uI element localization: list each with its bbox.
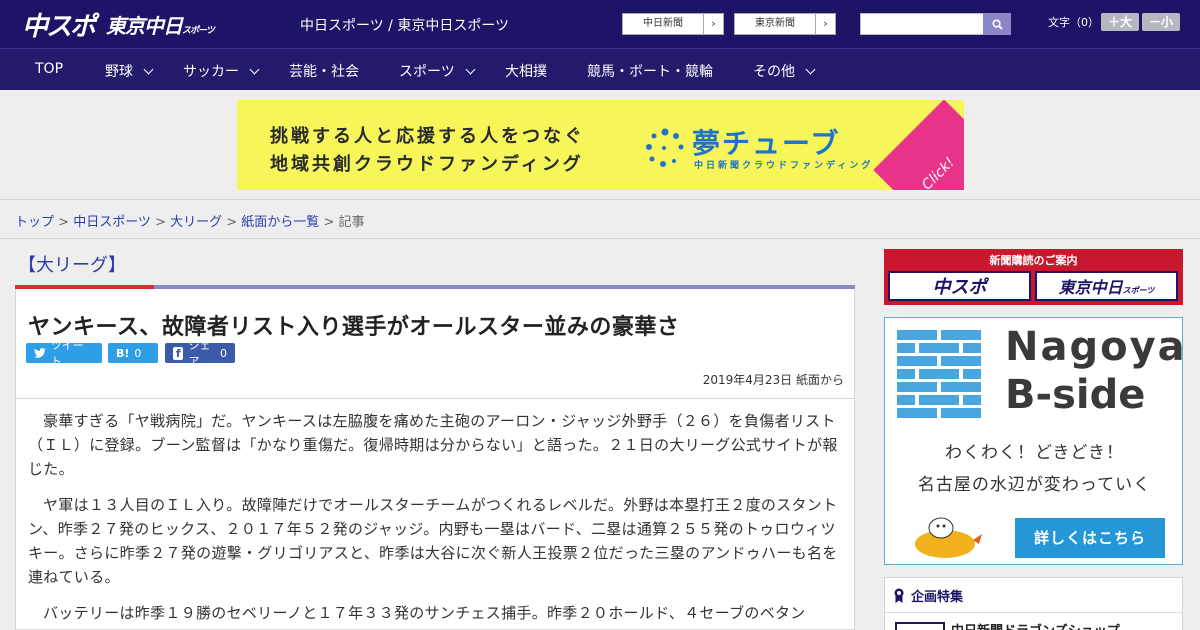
subscribe-tokyo-chunichi-label: 東京中日 — [1058, 278, 1123, 297]
article-date: 2019年4月23日 紙面から — [702, 373, 844, 387]
divider — [16, 398, 854, 399]
nav-item-label: 競馬・ボート・競輪 — [587, 64, 713, 80]
hatena-bookmark-button[interactable]: B! 0 — [108, 343, 158, 363]
yume-tube-banner[interactable]: 挑戦する人と応援する人をつなぐ 地域共創クラウドファンディング 夢チューブ 中日… — [237, 100, 964, 190]
nav-item-label: スポーツ — [399, 64, 455, 80]
chevron-down-icon — [249, 64, 260, 74]
facebook-share-label: シェア — [188, 339, 211, 368]
font-size-increase-button[interactable]: ＋大 — [1101, 13, 1139, 31]
feature-section: 企画特集 中日新聞ドラゴンズショップ — [884, 577, 1183, 630]
feature-heading: 企画特集 — [893, 586, 963, 605]
nav-item-soccer[interactable]: サッカー — [183, 61, 260, 81]
bside-details-button[interactable]: 詳しくはこちら — [1015, 518, 1165, 558]
font-size-decrease-button[interactable]: －小 — [1142, 13, 1180, 31]
tweet-label: ツイート — [50, 339, 84, 368]
chunichi-shimbun-link[interactable]: 中日新聞 › — [622, 13, 724, 35]
main-nav: TOP 野球 サッカー 芸能・社会 スポーツ 大相撲 競馬・ボート・競輪 その他 — [0, 48, 1200, 90]
article-paragraph: 豪華すぎる「ヤ戦病院」だ。ヤンキースは左脇腹を痛めた主砲のアーロン・ジャッジ外野… — [28, 412, 838, 478]
chevron-right-icon: › — [703, 14, 723, 34]
nav-item-baseball[interactable]: 野球 — [105, 61, 154, 81]
breadcrumb-separator: > — [222, 215, 242, 230]
site-header: 中スポ 東京中日スポーツ 中日スポーツ / 東京中日スポーツ 中日新聞 › 東京… — [0, 0, 1200, 48]
chevron-down-icon — [805, 64, 816, 74]
chunichi-shimbun-label: 中日新聞 — [643, 18, 683, 29]
tokyo-shimbun-link[interactable]: 東京新聞 › — [734, 13, 836, 35]
logo-tokyo-chunichi-text: 東京中日 — [106, 13, 183, 38]
search-input[interactable] — [860, 13, 984, 35]
logo-tokyo-chunichi: 東京中日スポーツ — [106, 10, 215, 39]
banner-line-1: 挑戦する人と応援する人をつなぐ — [270, 126, 585, 147]
nav-item-sumo[interactable]: 大相撲 — [505, 61, 547, 81]
banner-brand: 夢チューブ — [692, 127, 841, 160]
chevron-down-icon — [465, 64, 476, 74]
breadcrumb-separator: > — [319, 215, 339, 230]
nav-item-other[interactable]: その他 — [753, 61, 816, 81]
chevron-down-icon — [143, 64, 154, 74]
article-paragraph: ヤ軍は１３人目のＩＬ入り。故障陣だけでオールスターチームがつくれるレベルだ。外野… — [28, 496, 838, 586]
article-body: 豪華すぎる「ヤ戦病院」だ。ヤンキースは左脇腹を痛めた主砲のアーロン・ジャッジ外野… — [28, 409, 844, 630]
article-paragraph: バッテリーは昨季１９勝のセベリーノと１７年３３発のサンチェス捕手。昨季２０ホール… — [43, 604, 806, 622]
subscribe-tokyo-chunichi-small: スポーツ — [1122, 286, 1155, 295]
nav-item-label: TOP — [35, 61, 64, 77]
shrimp-mascot-icon — [915, 517, 982, 558]
font-size-label: 文字（0） — [1048, 16, 1099, 29]
nav-item-sports[interactable]: スポーツ — [399, 61, 476, 81]
tokyo-shimbun-label: 東京新聞 — [755, 18, 795, 29]
nav-item-label: 野球 — [105, 64, 133, 80]
site-title: 中日スポーツ / 東京中日スポーツ — [300, 18, 510, 34]
breadcrumb-link-top[interactable]: トップ — [15, 215, 54, 230]
click-corner — [873, 100, 964, 190]
facebook-share-button[interactable]: f シェア 0 — [165, 339, 235, 368]
nav-item-label: サッカー — [183, 64, 239, 80]
breadcrumb-link-paper-list[interactable]: 紙面から一覧 — [241, 215, 319, 230]
nav-item-label: 大相撲 — [505, 64, 547, 80]
nav-item-label: その他 — [753, 64, 795, 80]
ad-banner-area: 挑戦する人と応援する人をつなぐ 地域共創クラウドファンディング 夢チューブ 中日… — [0, 90, 1200, 200]
nav-item-label: 芸能・社会 — [289, 64, 359, 80]
logo-tokyo-chunichi-small: スポーツ — [182, 25, 215, 36]
article-card: ヤンキース、故障者リスト入り選手がオールスター並みの豪華さ ツイート B! 0 … — [15, 289, 855, 630]
logo-chunichi-sports: 中スポ — [22, 11, 96, 42]
bside-title-2: B-side — [1005, 372, 1146, 418]
subscribe-tokyo-chunichi-button[interactable]: 東京中日スポーツ — [1035, 271, 1178, 301]
divider — [0, 238, 1200, 239]
subscribe-chusupo-button[interactable]: 中スポ — [888, 271, 1031, 301]
subscription-box: 新聞購読のご案内 中スポ 東京中日スポーツ — [884, 249, 1183, 305]
breadcrumb: トップ > 中日スポーツ > 大リーグ > 紙面から一覧 > 記事 — [15, 211, 365, 230]
feature-thumbnail — [895, 622, 945, 630]
nav-item-top[interactable]: TOP — [35, 61, 63, 77]
tweet-button[interactable]: ツイート — [26, 339, 102, 368]
site-logo[interactable]: 中スポ 東京中日スポーツ — [22, 6, 215, 42]
breadcrumb-link-chunichi-sports[interactable]: 中日スポーツ — [73, 215, 151, 230]
search-button[interactable] — [983, 13, 1011, 35]
nav-item-entertainment[interactable]: 芸能・社会 — [289, 61, 359, 81]
nav-item-racing[interactable]: 競馬・ボート・競輪 — [587, 61, 713, 81]
subscription-title: 新聞購読のご案内 — [989, 254, 1078, 267]
hatena-icon: B! — [116, 346, 130, 360]
bside-copy-2: 名古屋の水辺が変わっていく — [917, 475, 1152, 495]
article-headline: ヤンキース、故障者リスト入り選手がオールスター並みの豪華さ — [28, 315, 680, 340]
ribbon-icon — [894, 588, 904, 603]
breadcrumb-separator: > — [54, 215, 74, 230]
hatena-count: 0 — [134, 346, 142, 360]
chevron-right-icon: › — [815, 14, 835, 34]
bside-title-1: Nagoya — [1005, 324, 1187, 370]
bricks-icon — [897, 330, 981, 418]
breadcrumb-separator: > — [150, 215, 171, 230]
feature-title: 企画特集 — [911, 590, 964, 605]
dots-logo-icon — [646, 128, 684, 167]
nagoya-bside-ad[interactable]: Nagoya B-side わくわく！どきどき！ 名古屋の水辺が変わっていく 詳… — [884, 317, 1185, 565]
feature-item-dragons-shop[interactable]: 中日新聞ドラゴンズショップ — [951, 620, 1120, 630]
breadcrumb-link-mlb[interactable]: 大リーグ — [170, 215, 222, 230]
facebook-icon: f — [173, 346, 184, 360]
twitter-bird-icon — [34, 348, 46, 358]
search-icon — [991, 18, 1003, 30]
banner-line-2: 地域共創クラウドファンディング — [270, 154, 584, 175]
category-label: 【大リーグ】 — [18, 255, 126, 276]
banner-brand-sub: 中日新聞クラウドファンディング — [694, 161, 874, 171]
facebook-share-count: 0 — [220, 346, 227, 360]
divider — [885, 612, 1182, 613]
bside-copy-1: わくわく！どきどき！ — [945, 443, 1124, 463]
breadcrumb-current: 記事 — [338, 215, 365, 230]
